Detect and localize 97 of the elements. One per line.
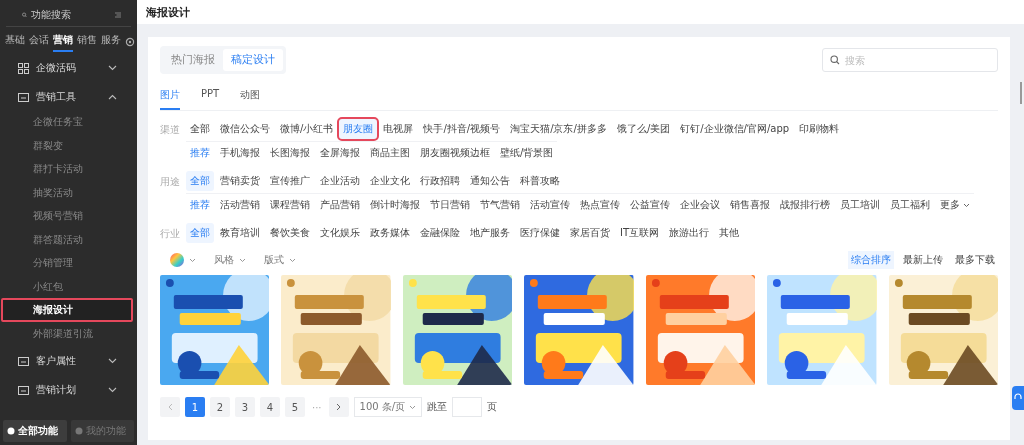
- type-tab[interactable]: 动图: [240, 82, 261, 110]
- filter-dropdown[interactable]: 版式: [264, 253, 296, 267]
- filter-option[interactable]: 销售喜报: [726, 195, 774, 215]
- filter-option[interactable]: 壁纸/背景图: [496, 143, 558, 163]
- filter-option[interactable]: 通知公告: [466, 171, 514, 191]
- filter-option[interactable]: 长图海报: [266, 143, 314, 163]
- page-unit: 页: [487, 400, 498, 414]
- filter-option[interactable]: 全部: [186, 223, 214, 243]
- filter-option[interactable]: 企业会议: [676, 195, 724, 215]
- filter-option[interactable]: 员工培训: [836, 195, 884, 215]
- filter-dropdown[interactable]: 风格: [214, 253, 246, 267]
- filter-option[interactable]: 微博/小红书: [276, 119, 338, 139]
- filter-option[interactable]: 节气营销: [476, 195, 524, 215]
- jump-label: 跳至: [427, 400, 448, 414]
- page-button[interactable]: 1: [185, 397, 205, 417]
- filter-option[interactable]: 倒计时海报: [366, 195, 424, 215]
- page-button[interactable]: 3: [235, 397, 255, 417]
- filter-option[interactable]: 营销卖货: [216, 171, 264, 191]
- filter-option[interactable]: 文化娱乐: [316, 223, 364, 243]
- sidebar-tab[interactable]: 服务: [101, 32, 121, 52]
- menu-group[interactable]: 客户属性: [0, 348, 137, 374]
- filter-option[interactable]: IT互联网: [616, 223, 664, 243]
- filter-option[interactable]: 企业活动: [316, 171, 364, 191]
- menu-item[interactable]: 群打卡活动: [0, 157, 137, 181]
- menu-group[interactable]: 企微活码: [0, 55, 137, 81]
- sort-option[interactable]: 最多下载: [952, 251, 998, 269]
- filter-option[interactable]: 微信公众号: [216, 119, 274, 139]
- menu-item[interactable]: 抽奖活动: [0, 180, 137, 204]
- sidebar-tab[interactable]: 基础: [5, 32, 25, 52]
- filter-option[interactable]: 朋友圈: [339, 119, 378, 139]
- sidebar-tab[interactable]: 销售: [77, 32, 97, 52]
- filter-option[interactable]: 全部: [186, 171, 214, 191]
- filter-option[interactable]: 快手/抖音/视频号: [419, 119, 505, 139]
- filter-option[interactable]: 全部: [186, 119, 214, 139]
- more-dropdown[interactable]: 更多: [936, 195, 974, 215]
- source-tab[interactable]: 热门海报: [163, 49, 223, 71]
- filter-option[interactable]: 推荐: [186, 143, 214, 163]
- filter-option[interactable]: 淘宝天猫/京东/拼多多: [506, 119, 611, 139]
- filter-option[interactable]: 产品营销: [316, 195, 364, 215]
- filter-option[interactable]: 企业文化: [366, 171, 414, 191]
- filter-option[interactable]: 节日营销: [426, 195, 474, 215]
- filter-option[interactable]: 旅游出行: [665, 223, 714, 243]
- filter-option[interactable]: 手机海报: [216, 143, 264, 163]
- filter-option[interactable]: 医疗保健: [516, 223, 564, 243]
- page-size-select[interactable]: 100 条/页: [353, 397, 423, 417]
- filter-option[interactable]: 朋友圈视频边框: [416, 143, 494, 163]
- page-button[interactable]: 2: [210, 397, 230, 417]
- filter-option[interactable]: 全屏海报: [316, 143, 364, 163]
- page-button[interactable]: 4: [260, 397, 280, 417]
- filter-option[interactable]: 员工福利: [886, 195, 934, 215]
- filter-label: 用途: [160, 175, 181, 189]
- menu-item[interactable]: 企微任务宝: [0, 110, 137, 134]
- type-tab[interactable]: 图片: [160, 82, 180, 110]
- menu-group[interactable]: 营销计划: [0, 377, 137, 403]
- filter-option[interactable]: 餐饮美食: [266, 223, 314, 243]
- menu-item[interactable]: 分销管理: [0, 251, 137, 275]
- filter-option[interactable]: 金融保险: [416, 223, 464, 243]
- filter-option[interactable]: 推荐: [186, 195, 214, 215]
- sort-option[interactable]: 综合排序: [848, 251, 894, 269]
- sidebar-tab[interactable]: 营销: [53, 32, 73, 52]
- filter-option[interactable]: 教育培训: [216, 223, 264, 243]
- filter-option[interactable]: 地产服务: [466, 223, 514, 243]
- page-title: 海报设计: [137, 0, 1024, 24]
- filter-option[interactable]: 其他: [715, 223, 744, 243]
- filter-label: 渠道: [160, 123, 181, 137]
- footer-tab[interactable]: 全部功能: [3, 420, 67, 442]
- filter-option[interactable]: 活动宣传: [526, 195, 574, 215]
- filter-option[interactable]: 家居百货: [566, 223, 614, 243]
- filter-option[interactable]: 钉钉/企业微信/官网/app: [676, 119, 794, 139]
- filter-option[interactable]: 印刷物料: [795, 119, 844, 139]
- sort-option[interactable]: 最新上传: [900, 251, 946, 269]
- filter-option[interactable]: 饿了么/美团: [612, 119, 675, 139]
- filter-option[interactable]: 活动营销: [216, 195, 264, 215]
- menu-item[interactable]: 外部渠道引流: [0, 321, 137, 345]
- menu-item[interactable]: 群裂变: [0, 133, 137, 157]
- filter-option[interactable]: 热点宣传: [576, 195, 624, 215]
- source-tab[interactable]: 稿定设计: [223, 49, 283, 71]
- menu-item[interactable]: 视频号营销: [0, 204, 137, 228]
- menu-item[interactable]: 小红包: [0, 274, 137, 298]
- filter-option[interactable]: 科普攻略: [516, 171, 564, 191]
- filter-option[interactable]: 战报排行榜: [776, 195, 834, 215]
- page-button[interactable]: 5: [285, 397, 305, 417]
- filter-label: 行业: [160, 227, 181, 241]
- search-field[interactable]: 搜索: [822, 48, 998, 72]
- search-field[interactable]: 功能搜索: [31, 9, 111, 20]
- filter-option[interactable]: 商品主图: [366, 143, 414, 163]
- type-tab[interactable]: PPT: [201, 82, 220, 110]
- menu-group[interactable]: 营销工具: [0, 84, 137, 110]
- menu-item[interactable]: 海报设计: [1, 298, 133, 322]
- menu-item[interactable]: 群答题活动: [0, 227, 137, 251]
- filter-option[interactable]: 课程营销: [266, 195, 314, 215]
- filter-option[interactable]: 宣传推广: [266, 171, 314, 191]
- filter-option[interactable]: 公益宣传: [626, 195, 674, 215]
- filter-option[interactable]: 政务媒体: [366, 223, 414, 243]
- filter-option[interactable]: 行政招聘: [416, 171, 464, 191]
- filter-option[interactable]: 电视屏: [379, 119, 418, 139]
- sidebar-tab[interactable]: 会话: [29, 32, 49, 52]
